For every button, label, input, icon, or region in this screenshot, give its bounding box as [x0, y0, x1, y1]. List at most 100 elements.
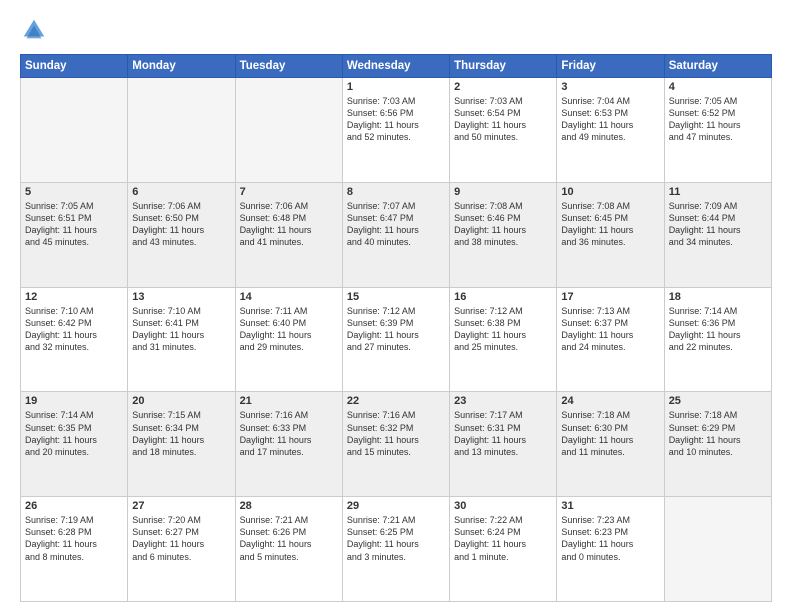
calendar-day: 14Sunrise: 7:11 AM Sunset: 6:40 PM Dayli…	[235, 287, 342, 392]
weekday-header-sunday: Sunday	[21, 55, 128, 78]
calendar-day	[235, 78, 342, 183]
day-number: 16	[454, 291, 552, 303]
day-info: Sunrise: 7:16 AM Sunset: 6:32 PM Dayligh…	[347, 409, 445, 458]
calendar-day: 31 Sunrise: 7:23 AM Sunset: 6:23 PM Dayli…	[557, 497, 664, 602]
day-info: Sunrise: 7:15 AM Sunset: 6:34 PM Dayligh…	[132, 409, 230, 458]
header	[20, 16, 772, 44]
weekday-header-wednesday: Wednesday	[342, 55, 449, 78]
day-number: 9	[454, 186, 552, 198]
day-number: 3	[561, 81, 659, 93]
day-number: 18	[669, 291, 767, 303]
day-number: 25	[669, 395, 767, 407]
calendar-day: 28 Sunrise: 7:21 AM Sunset: 6:26 PM Dayli…	[235, 497, 342, 602]
day-number: 4	[669, 81, 767, 93]
day-number: 15	[347, 291, 445, 303]
day-info: Sunrise: 7:14 AM Sunset: 6:36 PM Dayligh…	[669, 305, 767, 354]
calendar-day: 15 Sunrise: 7:12 AM Sunset: 6:39 PM Dayli…	[342, 287, 449, 392]
day-number: 24	[561, 395, 659, 407]
day-number: 23	[454, 395, 552, 407]
calendar-week-3: 12Sunrise: 7:10 AM Sunset: 6:42 PM Dayli…	[21, 287, 772, 392]
day-number: 5	[25, 186, 123, 198]
day-number: 29	[347, 500, 445, 512]
day-number: 11	[669, 186, 767, 198]
calendar-day: 19 Sunrise: 7:14 AM Sunset: 6:35 PM Dayli…	[21, 392, 128, 497]
day-number: 2	[454, 81, 552, 93]
calendar-day: 16 Sunrise: 7:12 AM Sunset: 6:38 PM Dayli…	[450, 287, 557, 392]
calendar-day	[21, 78, 128, 183]
day-number: 7	[240, 186, 338, 198]
weekday-header-tuesday: Tuesday	[235, 55, 342, 78]
calendar-day: 20Sunrise: 7:15 AM Sunset: 6:34 PM Dayli…	[128, 392, 235, 497]
calendar-day: 26 Sunrise: 7:19 AM Sunset: 6:28 PM Dayli…	[21, 497, 128, 602]
weekday-header-thursday: Thursday	[450, 55, 557, 78]
calendar-header-row: SundayMondayTuesdayWednesdayThursdayFrid…	[21, 55, 772, 78]
calendar-day: 17 Sunrise: 7:13 AM Sunset: 6:37 PM Dayli…	[557, 287, 664, 392]
calendar-day: 8 Sunrise: 7:07 AM Sunset: 6:47 PM Daylig…	[342, 182, 449, 287]
calendar-day: 3 Sunrise: 7:04 AM Sunset: 6:53 PM Daylig…	[557, 78, 664, 183]
calendar-day: 5 Sunrise: 7:05 AM Sunset: 6:51 PM Daylig…	[21, 182, 128, 287]
day-info: Sunrise: 7:09 AM Sunset: 6:44 PM Dayligh…	[669, 200, 767, 249]
day-info: Sunrise: 7:22 AM Sunset: 6:24 PM Dayligh…	[454, 514, 552, 563]
weekday-header-friday: Friday	[557, 55, 664, 78]
calendar-day: 9 Sunrise: 7:08 AM Sunset: 6:46 PM Daylig…	[450, 182, 557, 287]
day-info: Sunrise: 7:05 AM Sunset: 6:51 PM Dayligh…	[25, 200, 123, 249]
day-info: Sunrise: 7:19 AM Sunset: 6:28 PM Dayligh…	[25, 514, 123, 563]
calendar-day: 18 Sunrise: 7:14 AM Sunset: 6:36 PM Dayli…	[664, 287, 771, 392]
calendar-day: 12Sunrise: 7:10 AM Sunset: 6:42 PM Dayli…	[21, 287, 128, 392]
day-number: 28	[240, 500, 338, 512]
calendar-day: 4Sunrise: 7:05 AM Sunset: 6:52 PM Daylig…	[664, 78, 771, 183]
calendar-week-1: 1 Sunrise: 7:03 AM Sunset: 6:56 PM Daylig…	[21, 78, 772, 183]
logo	[20, 16, 52, 44]
calendar-day: 25 Sunrise: 7:18 AM Sunset: 6:29 PM Dayli…	[664, 392, 771, 497]
calendar-day: 10Sunrise: 7:08 AM Sunset: 6:45 PM Dayli…	[557, 182, 664, 287]
day-number: 6	[132, 186, 230, 198]
calendar-day: 29Sunrise: 7:21 AM Sunset: 6:25 PM Dayli…	[342, 497, 449, 602]
day-number: 14	[240, 291, 338, 303]
day-number: 13	[132, 291, 230, 303]
day-info: Sunrise: 7:21 AM Sunset: 6:26 PM Dayligh…	[240, 514, 338, 563]
calendar-week-4: 19 Sunrise: 7:14 AM Sunset: 6:35 PM Dayli…	[21, 392, 772, 497]
day-info: Sunrise: 7:03 AM Sunset: 6:56 PM Dayligh…	[347, 95, 445, 144]
calendar-day: 30 Sunrise: 7:22 AM Sunset: 6:24 PM Dayli…	[450, 497, 557, 602]
day-info: Sunrise: 7:12 AM Sunset: 6:38 PM Dayligh…	[454, 305, 552, 354]
weekday-header-saturday: Saturday	[664, 55, 771, 78]
calendar-week-5: 26 Sunrise: 7:19 AM Sunset: 6:28 PM Dayli…	[21, 497, 772, 602]
day-number: 27	[132, 500, 230, 512]
calendar-day: 7 Sunrise: 7:06 AM Sunset: 6:48 PM Daylig…	[235, 182, 342, 287]
calendar-day: 22 Sunrise: 7:16 AM Sunset: 6:32 PM Dayli…	[342, 392, 449, 497]
day-number: 8	[347, 186, 445, 198]
day-info: Sunrise: 7:14 AM Sunset: 6:35 PM Dayligh…	[25, 409, 123, 458]
day-info: Sunrise: 7:18 AM Sunset: 6:30 PM Dayligh…	[561, 409, 659, 458]
calendar-day: 23 Sunrise: 7:17 AM Sunset: 6:31 PM Dayli…	[450, 392, 557, 497]
page: SundayMondayTuesdayWednesdayThursdayFrid…	[0, 0, 792, 612]
day-number: 17	[561, 291, 659, 303]
weekday-header-monday: Monday	[128, 55, 235, 78]
day-info: Sunrise: 7:23 AM Sunset: 6:23 PM Dayligh…	[561, 514, 659, 563]
day-info: Sunrise: 7:03 AM Sunset: 6:54 PM Dayligh…	[454, 95, 552, 144]
day-info: Sunrise: 7:08 AM Sunset: 6:46 PM Dayligh…	[454, 200, 552, 249]
day-info: Sunrise: 7:10 AM Sunset: 6:41 PM Dayligh…	[132, 305, 230, 354]
day-info: Sunrise: 7:12 AM Sunset: 6:39 PM Dayligh…	[347, 305, 445, 354]
day-number: 26	[25, 500, 123, 512]
calendar-day: 2 Sunrise: 7:03 AM Sunset: 6:54 PM Daylig…	[450, 78, 557, 183]
day-number: 1	[347, 81, 445, 93]
day-info: Sunrise: 7:13 AM Sunset: 6:37 PM Dayligh…	[561, 305, 659, 354]
day-number: 31	[561, 500, 659, 512]
calendar-day: 27Sunrise: 7:20 AM Sunset: 6:27 PM Dayli…	[128, 497, 235, 602]
calendar-day: 1 Sunrise: 7:03 AM Sunset: 6:56 PM Daylig…	[342, 78, 449, 183]
day-number: 22	[347, 395, 445, 407]
day-number: 10	[561, 186, 659, 198]
day-number: 19	[25, 395, 123, 407]
calendar-day	[128, 78, 235, 183]
calendar-day: 13 Sunrise: 7:10 AM Sunset: 6:41 PM Dayli…	[128, 287, 235, 392]
day-info: Sunrise: 7:18 AM Sunset: 6:29 PM Dayligh…	[669, 409, 767, 458]
day-number: 21	[240, 395, 338, 407]
calendar-table: SundayMondayTuesdayWednesdayThursdayFrid…	[20, 54, 772, 602]
day-info: Sunrise: 7:06 AM Sunset: 6:48 PM Dayligh…	[240, 200, 338, 249]
day-number: 12	[25, 291, 123, 303]
day-info: Sunrise: 7:17 AM Sunset: 6:31 PM Dayligh…	[454, 409, 552, 458]
calendar-day: 21Sunrise: 7:16 AM Sunset: 6:33 PM Dayli…	[235, 392, 342, 497]
day-info: Sunrise: 7:07 AM Sunset: 6:47 PM Dayligh…	[347, 200, 445, 249]
day-number: 30	[454, 500, 552, 512]
day-info: Sunrise: 7:04 AM Sunset: 6:53 PM Dayligh…	[561, 95, 659, 144]
